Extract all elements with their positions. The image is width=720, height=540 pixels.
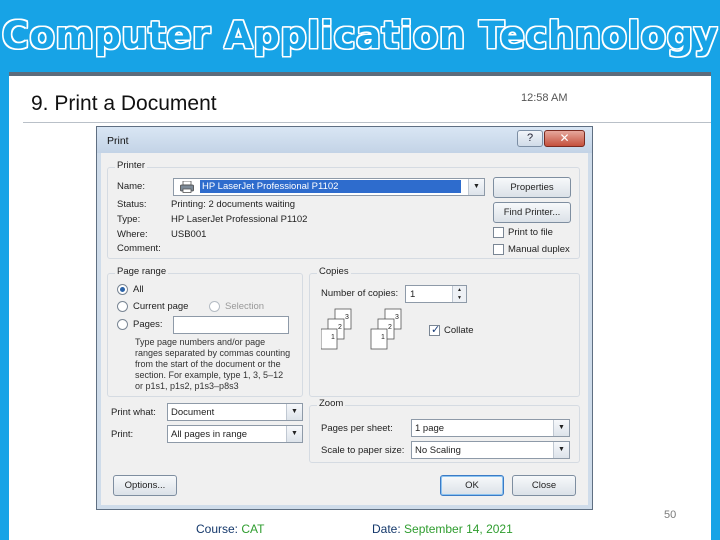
print-to-file-checkbox[interactable] <box>493 227 504 238</box>
print-select[interactable]: All pages in range ▼ <box>167 425 303 443</box>
print-to-file-label: Print to file <box>508 227 553 238</box>
hint-line: ranges separated by commas counting <box>135 348 291 358</box>
page-range-hint: Type page numbers and/or page ranges sep… <box>135 337 290 392</box>
header-divider <box>23 122 711 123</box>
hint-line: Type page numbers and/or page <box>135 337 266 347</box>
printer-name-value: HP LaserJet Professional P1102 <box>200 180 461 193</box>
spin-arrows-icon[interactable]: ▲ ▼ <box>452 286 466 302</box>
manual-duplex-checkbox[interactable] <box>493 244 504 255</box>
properties-button[interactable]: Properties <box>493 177 571 198</box>
chevron-down-icon[interactable]: ▼ <box>286 404 302 420</box>
number-of-copies-stepper[interactable]: 1 ▲ ▼ <box>405 285 467 303</box>
printer-where-label: Where: <box>117 229 148 240</box>
print-what-value: Document <box>171 407 215 418</box>
chevron-down-icon[interactable]: ▼ <box>286 426 302 442</box>
pages-input[interactable] <box>173 316 289 334</box>
panel-top-bar <box>9 72 711 76</box>
number-of-copies-label: Number of copies: <box>321 288 399 299</box>
footer-course-value: CAT <box>241 522 265 536</box>
slide-title: Computer Application Technology <box>1 14 719 57</box>
svg-text:3: 3 <box>395 314 399 321</box>
footer-course: Course: CAT <box>196 522 264 536</box>
chevron-down-icon[interactable]: ▼ <box>553 420 569 436</box>
copies-legend: Copies <box>317 266 351 277</box>
dialog-title-bar[interactable]: Print ? ✕ <box>97 127 592 153</box>
svg-text:1: 1 <box>381 334 385 341</box>
ok-button[interactable]: OK <box>440 475 504 496</box>
page-range-current-radio[interactable] <box>117 301 128 312</box>
number-of-copies-value: 1 <box>410 289 416 300</box>
pages-per-sheet-label: Pages per sheet: <box>321 423 393 434</box>
chevron-down-icon[interactable]: ▼ <box>553 442 569 458</box>
scale-to-paper-label: Scale to paper size: <box>321 445 405 456</box>
page-range-current-label: Current page <box>133 301 189 312</box>
printer-where-value: USB001 <box>171 229 207 240</box>
printer-legend: Printer <box>115 160 147 171</box>
chevron-down-icon[interactable]: ▼ <box>468 179 484 195</box>
footer-date-value: September 14, 2021 <box>404 522 513 536</box>
close-button[interactable]: Close <box>512 475 576 496</box>
svg-text:2: 2 <box>338 324 342 331</box>
footer-date-label: Date: <box>372 522 401 536</box>
hint-line: from the start of the document or the <box>135 359 281 369</box>
scale-to-paper-select[interactable]: No Scaling ▼ <box>411 441 570 459</box>
printer-status-value: Printing: 2 documents waiting <box>171 199 296 210</box>
find-printer-button[interactable]: Find Printer... <box>493 202 571 223</box>
scale-to-paper-value: No Scaling <box>415 445 461 456</box>
print-label: Print: <box>111 429 134 440</box>
slide-time: 12:58 AM <box>521 92 568 104</box>
slide-page-number: 50 <box>664 509 677 521</box>
footer-course-label: Course: <box>196 522 239 536</box>
close-icon: ✕ <box>559 131 570 145</box>
print-what-select[interactable]: Document ▼ <box>167 403 303 421</box>
svg-text:3: 3 <box>345 314 349 321</box>
options-button[interactable]: Options... <box>113 475 177 496</box>
collate-checkbox[interactable] <box>429 323 440 336</box>
page-range-all-radio[interactable] <box>117 284 128 295</box>
dialog-body: Printer Name: HP LaserJet Professional P… <box>101 153 588 505</box>
zoom-legend: Zoom <box>317 398 346 409</box>
printer-status-label: Status: <box>117 199 147 210</box>
printer-type-value: HP LaserJet Professional P1102 <box>171 214 308 225</box>
hint-line: or p1s1, p1s2, p1s3–p8s3 <box>135 381 239 391</box>
manual-duplex-label: Manual duplex <box>508 244 570 255</box>
dialog-title: Print <box>107 135 129 147</box>
printer-icon <box>180 181 194 193</box>
page-range-all-label: All <box>133 284 144 295</box>
hint-line: section. For example, type 1, 3, 5–12 <box>135 370 284 380</box>
page-range-legend: Page range <box>115 266 169 277</box>
print-what-label: Print what: <box>111 407 156 418</box>
title-close-button[interactable]: ✕ <box>544 130 585 147</box>
page-range-selection-radio[interactable] <box>209 301 220 312</box>
svg-text:2: 2 <box>388 324 392 331</box>
print-dialog: Print ? ✕ Printer Name: HP LaserJet Prof… <box>96 126 593 510</box>
printer-name-label: Name: <box>117 181 145 192</box>
footer-date: Date: September 14, 2021 <box>372 522 513 536</box>
help-icon: ? <box>526 132 534 144</box>
printer-comment-label: Comment: <box>117 243 161 254</box>
svg-text:1: 1 <box>331 334 335 341</box>
help-button[interactable]: ? <box>517 130 543 147</box>
page-range-pages-radio[interactable] <box>117 319 128 330</box>
pages-per-sheet-value: 1 page <box>415 423 445 434</box>
printer-type-label: Type: <box>117 214 141 225</box>
collate-preview-icon: 3 2 1 3 2 1 <box>321 308 402 350</box>
page-range-selection-label: Selection <box>225 301 265 312</box>
collate-label: Collate <box>444 325 474 336</box>
slide-subtitle: 9. Print a Document <box>31 92 217 115</box>
printer-name-select[interactable]: HP LaserJet Professional P1102 ▼ <box>173 178 485 196</box>
pages-per-sheet-select[interactable]: 1 page ▼ <box>411 419 570 437</box>
print-value: All pages in range <box>171 429 248 440</box>
page-range-pages-label: Pages: <box>133 319 163 330</box>
